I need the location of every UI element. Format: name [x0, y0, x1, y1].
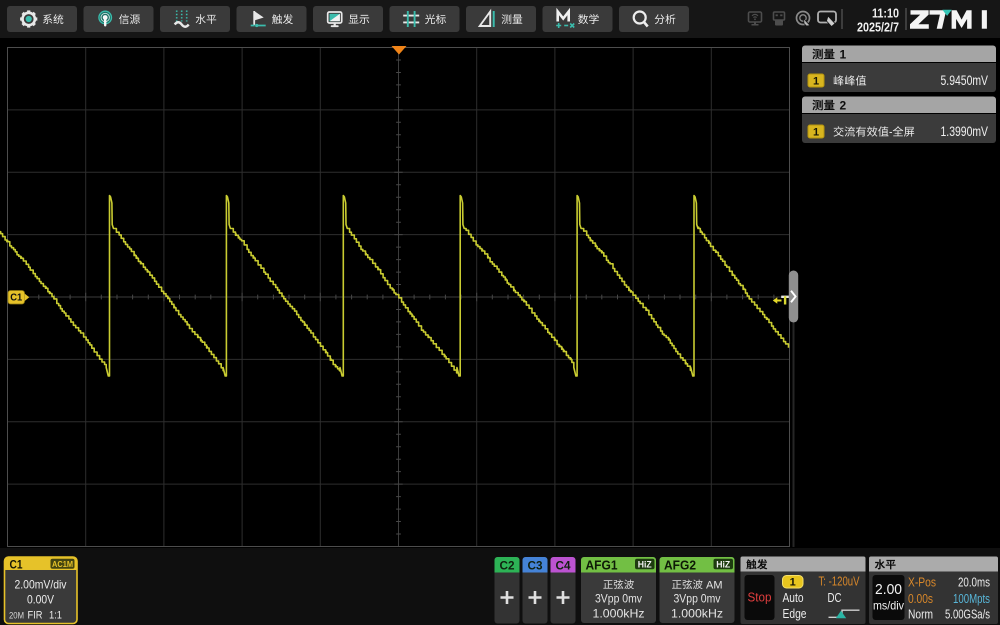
svg-text:X-Pos: X-Pos — [908, 575, 936, 590]
svg-text:5.00GSa/s: 5.00GSa/s — [945, 607, 990, 622]
svg-text:0.00V: 0.00V — [27, 593, 54, 607]
svg-text:1: 1 — [840, 47, 847, 61]
svg-text:Stop: Stop — [748, 590, 772, 605]
svg-text:1.3990mV: 1.3990mV — [941, 123, 989, 139]
svg-text:0.00s: 0.00s — [908, 591, 933, 606]
svg-text:20.0ms: 20.0ms — [958, 575, 990, 590]
svg-text:C1: C1 — [10, 559, 24, 571]
svg-text:3Vpp 0mv: 3Vpp 0mv — [595, 592, 642, 606]
svg-text:HiZ: HiZ — [638, 559, 652, 569]
svg-text:100Mpts: 100Mpts — [953, 591, 990, 606]
svg-text:C2: C2 — [500, 559, 515, 573]
svg-text:AFG1: AFG1 — [586, 558, 618, 572]
svg-text:HiZ: HiZ — [716, 559, 730, 569]
svg-text:DC: DC — [828, 590, 842, 605]
svg-text:AM: AM — [706, 579, 723, 591]
svg-text:1: 1 — [813, 75, 819, 87]
svg-text:1.000kHz: 1.000kHz — [671, 606, 723, 620]
svg-text:Auto: Auto — [783, 590, 804, 605]
svg-text:C1: C1 — [10, 292, 22, 304]
svg-text:2.00: 2.00 — [875, 581, 902, 598]
svg-text:2: 2 — [840, 98, 847, 112]
svg-text:Norm: Norm — [908, 607, 933, 622]
svg-text:C3: C3 — [528, 559, 543, 573]
svg-text:5.9450mV: 5.9450mV — [941, 72, 989, 88]
svg-text:-: - — [889, 125, 892, 139]
svg-text:2.00mV/div: 2.00mV/div — [15, 578, 67, 592]
svg-text:2025/2/7: 2025/2/7 — [857, 21, 899, 35]
svg-text:3Vpp 0mv: 3Vpp 0mv — [674, 592, 721, 606]
svg-text:1: 1 — [790, 577, 796, 589]
svg-text:AC1M: AC1M — [52, 559, 73, 569]
svg-text:1:1: 1:1 — [49, 610, 62, 622]
svg-text:ms/div: ms/div — [873, 599, 904, 613]
svg-text:Edge: Edge — [783, 606, 807, 621]
svg-text:1: 1 — [813, 126, 819, 138]
svg-text:20M: 20M — [9, 611, 24, 621]
svg-text:FIR: FIR — [28, 610, 43, 622]
svg-text:T: -120uV: T: -120uV — [819, 575, 860, 589]
svg-text:AFG2: AFG2 — [664, 558, 696, 572]
svg-text:1.000kHz: 1.000kHz — [593, 606, 645, 620]
svg-text:C4: C4 — [556, 559, 571, 573]
svg-text:11:10: 11:10 — [872, 7, 899, 21]
